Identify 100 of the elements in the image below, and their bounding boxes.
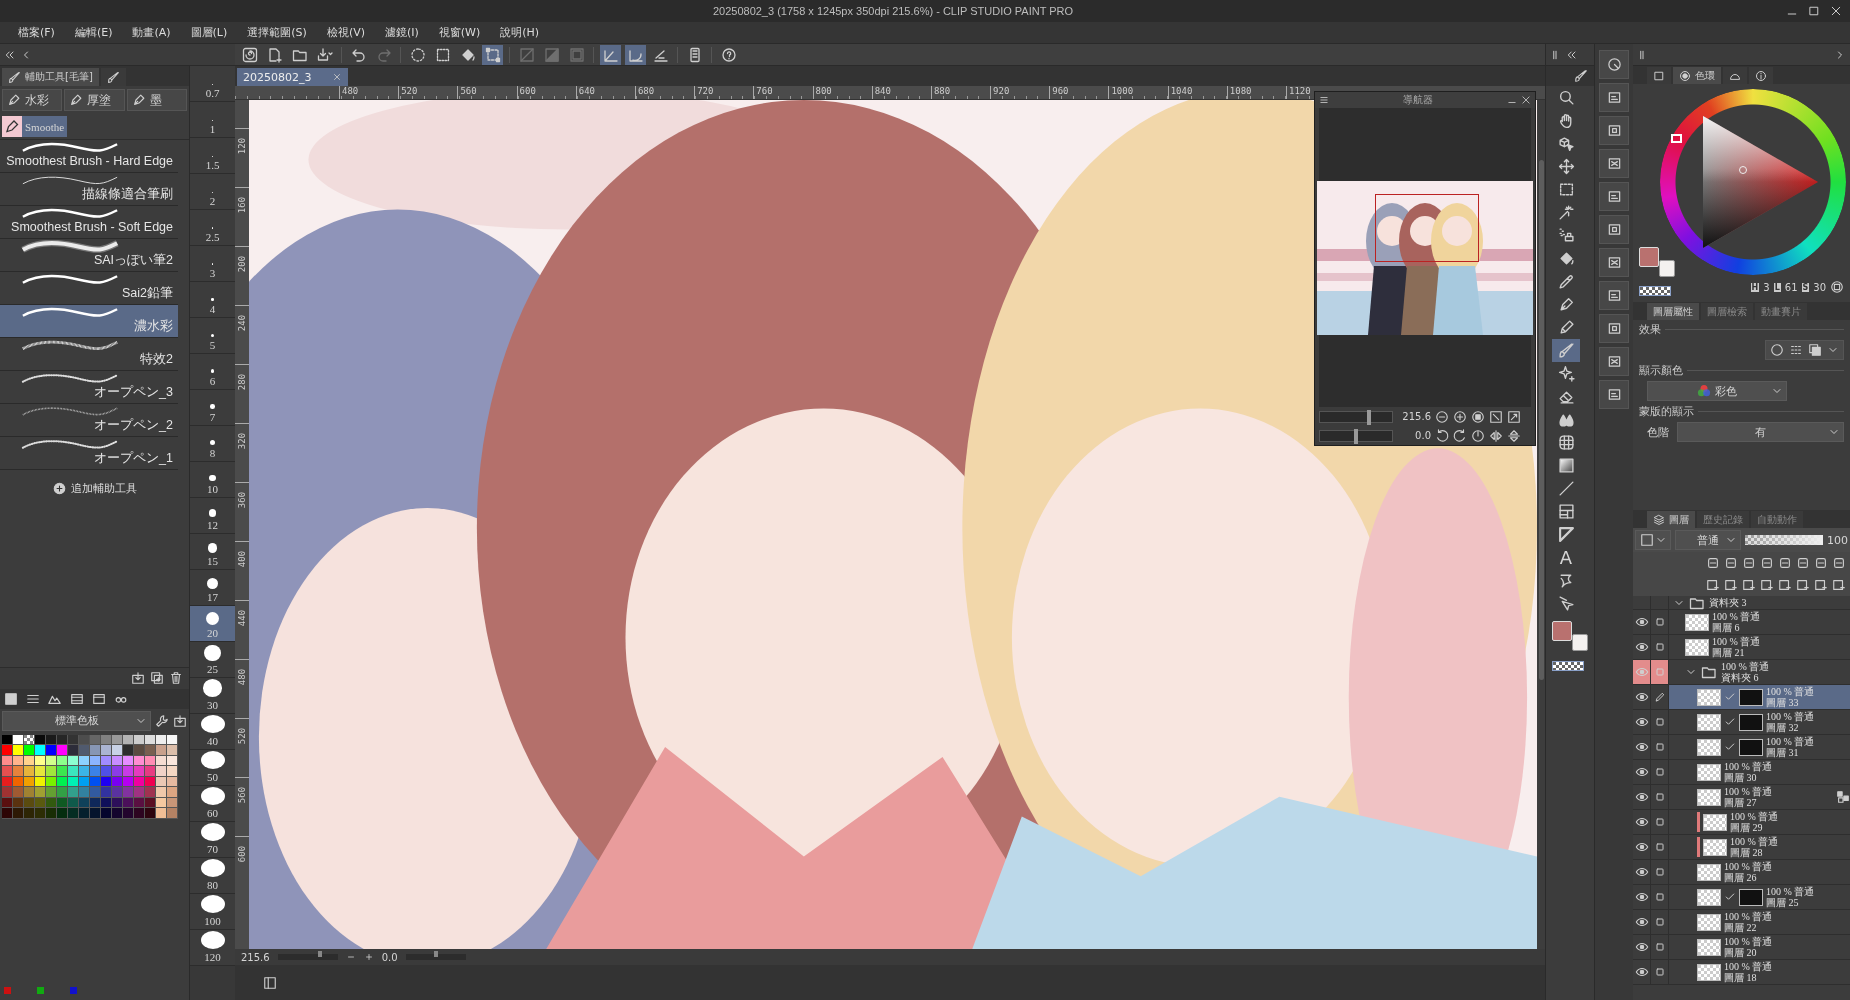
layer-row[interactable]: 100 % 普通 圖層 29 (1633, 810, 1850, 835)
color-set-dropdown[interactable]: 標準色板 (2, 710, 151, 731)
layer-row[interactable]: 100 % 普通 圖層 32 (1633, 710, 1850, 735)
brush-size[interactable]: 2 (190, 174, 235, 210)
layer-blend: 100 % 普通 (1724, 961, 1773, 972)
layer-row[interactable]: 100 % 普通 圖層 18 (1633, 960, 1850, 985)
layer-row[interactable]: 100 % 普通 圖層 26 (1633, 860, 1850, 885)
brush-size[interactable]: 1 (190, 102, 235, 138)
tool-group-tab[interactable]: 墨 (126, 89, 187, 111)
brush-size[interactable]: 0.7 (190, 66, 235, 102)
brush-preset[interactable]: 特效2 (0, 338, 178, 371)
layer-name: 圖層 33 (1766, 697, 1800, 708)
tone-dropdown[interactable]: 有 (1677, 422, 1844, 442)
ruler-label: 720 (694, 86, 754, 99)
panel-tab[interactable]: 輔助工具[毛筆] (2, 68, 99, 86)
brush-preset[interactable]: 描線條適合筆刷 (0, 173, 178, 206)
brush-preset[interactable]: オープペン_1 (0, 437, 178, 470)
layer-row[interactable]: 100 % 普通 圖層 28 (1633, 835, 1850, 860)
zoom-value[interactable]: 215.6 (241, 951, 270, 963)
section-label: 效果 (1639, 322, 1844, 337)
brush-preset[interactable]: 濃水彩 (0, 305, 178, 338)
layer-blend: 100 % 普通 (1724, 761, 1773, 772)
brush-size[interactable]: 60 (190, 786, 235, 822)
brush-size[interactable]: 20 (190, 606, 235, 642)
layer-row[interactable]: 100 % 普通 圖層 25 (1633, 885, 1850, 910)
layer-name: 圖層 6 (1712, 622, 1741, 633)
brush-size[interactable]: 6 (190, 354, 235, 390)
folder-row[interactable]: 資料夾 3 (1633, 596, 1850, 610)
ruler-label: 1080 (1226, 86, 1286, 99)
ruler-label: 600 (516, 86, 576, 99)
panel-tab[interactable]: 圖層屬性 (1647, 303, 1699, 320)
menu-item[interactable]: 說明(H) (490, 25, 550, 40)
opacity-value[interactable]: 100 (1827, 533, 1848, 547)
brush-size[interactable]: 17 (190, 570, 235, 606)
menu-item[interactable]: 選擇範圍(S) (237, 25, 317, 40)
ruler-label: 280 (237, 373, 247, 391)
brush-size[interactable]: 8 (190, 426, 235, 462)
brush-size[interactable]: 10 (190, 462, 235, 498)
menu-item[interactable]: 圖層(L) (180, 25, 238, 40)
brush-size[interactable]: 7 (190, 390, 235, 426)
channel-value: 61 (1784, 281, 1798, 293)
ruler-label: 400 (237, 550, 247, 568)
brush-size[interactable]: 15 (190, 534, 235, 570)
layer-name: 資料夾 3 (1709, 597, 1747, 608)
layer-name: 圖層 26 (1724, 872, 1758, 883)
channel-label: L (1773, 282, 1781, 292)
layer-blend: 100 % 普通 (1766, 711, 1815, 722)
menu-item[interactable]: 動畫(A) (122, 25, 181, 40)
layer-row[interactable]: 100 % 普通 圖層 31 (1633, 735, 1850, 760)
tool-group-tab[interactable]: 水彩 (2, 89, 63, 111)
brush-size[interactable]: 30 (190, 678, 235, 714)
brush-preset[interactable]: オープペン_3 (0, 371, 178, 404)
layer-row[interactable]: 100 % 普通 圖層 22 (1633, 910, 1850, 935)
panel-tab[interactable]: 圖層 (1647, 511, 1695, 528)
menu-item[interactable]: 濾鏡(I) (375, 25, 429, 40)
brush-size[interactable]: 50 (190, 750, 235, 786)
brush-size[interactable]: 80 (190, 858, 235, 894)
brush-preset[interactable]: Smoothest Brush - Soft Edge (0, 206, 178, 239)
channel-value: 30 (1813, 281, 1826, 293)
layer-row[interactable]: 100 % 普通 圖層 21 (1633, 635, 1850, 660)
brush-preset[interactable]: Sai2鉛筆 (0, 272, 178, 305)
brush-size[interactable]: 70 (190, 822, 235, 858)
brush-preset[interactable]: オープペン_2 (0, 404, 178, 437)
layer-row[interactable]: 100 % 普通 圖層 20 (1633, 935, 1850, 960)
text-tool[interactable]: A (1552, 546, 1580, 569)
brush-size[interactable]: 1.5 (190, 138, 235, 174)
ruler-label: 840 (871, 86, 931, 99)
brush-size[interactable]: 25 (190, 642, 235, 678)
angle-value[interactable]: 0.0 (381, 951, 398, 963)
brush-size[interactable]: 4 (190, 282, 235, 318)
brush-size[interactable]: 40 (190, 714, 235, 750)
blend-mode-dropdown[interactable]: 普通 (1675, 530, 1741, 550)
brush-size[interactable]: 100 (190, 894, 235, 930)
brush-preset[interactable]: Smoothest Brush - Hard Edge (0, 140, 178, 173)
menu-item[interactable]: 檔案(F) (8, 25, 65, 40)
layer-row[interactable]: 100 % 普通 圖層 33 (1633, 685, 1850, 710)
folder-row[interactable]: 100 % 普通 資料夾 6 (1633, 660, 1850, 685)
brush-size[interactable]: 2.5 (190, 210, 235, 246)
menu-item[interactable]: 檢視(V) (316, 25, 375, 40)
menu-item[interactable]: 編輯(E) (64, 25, 123, 40)
sub-tool-tab[interactable]: Smoothe (2, 116, 68, 137)
brush-preset[interactable]: SAIっぽい筆2 (0, 239, 178, 272)
display-color-dropdown[interactable]: 彩色 (1647, 381, 1787, 401)
ruler-label: 760 (753, 86, 813, 99)
brush-size[interactable]: 12 (190, 498, 235, 534)
layer-row[interactable]: 100 % 普通 圖層 6 (1633, 610, 1850, 635)
brush-size[interactable]: 120 (190, 930, 235, 966)
add-sub-tool-button[interactable]: 追加輔助工具 (46, 480, 143, 497)
menu-item[interactable]: 視窗(W) (428, 25, 491, 40)
brush-size[interactable]: 3 (190, 246, 235, 282)
tool-group-tab[interactable]: 厚塗 (64, 89, 125, 111)
layer-row[interactable]: 100 % 普通 圖層 27 (1633, 785, 1850, 810)
ruler-label: 1000 (1108, 86, 1168, 99)
panel-tab[interactable]: 色環 (1673, 67, 1721, 84)
layer-blend: 100 % 普通 (1730, 811, 1779, 822)
brush-size[interactable]: 5 (190, 318, 235, 354)
layer-blend: 100 % 普通 (1766, 736, 1815, 747)
document-tab[interactable]: 20250802_3 (237, 68, 348, 86)
ruler-label: 1040 (1167, 86, 1227, 99)
layer-row[interactable]: 100 % 普通 圖層 30 (1633, 760, 1850, 785)
